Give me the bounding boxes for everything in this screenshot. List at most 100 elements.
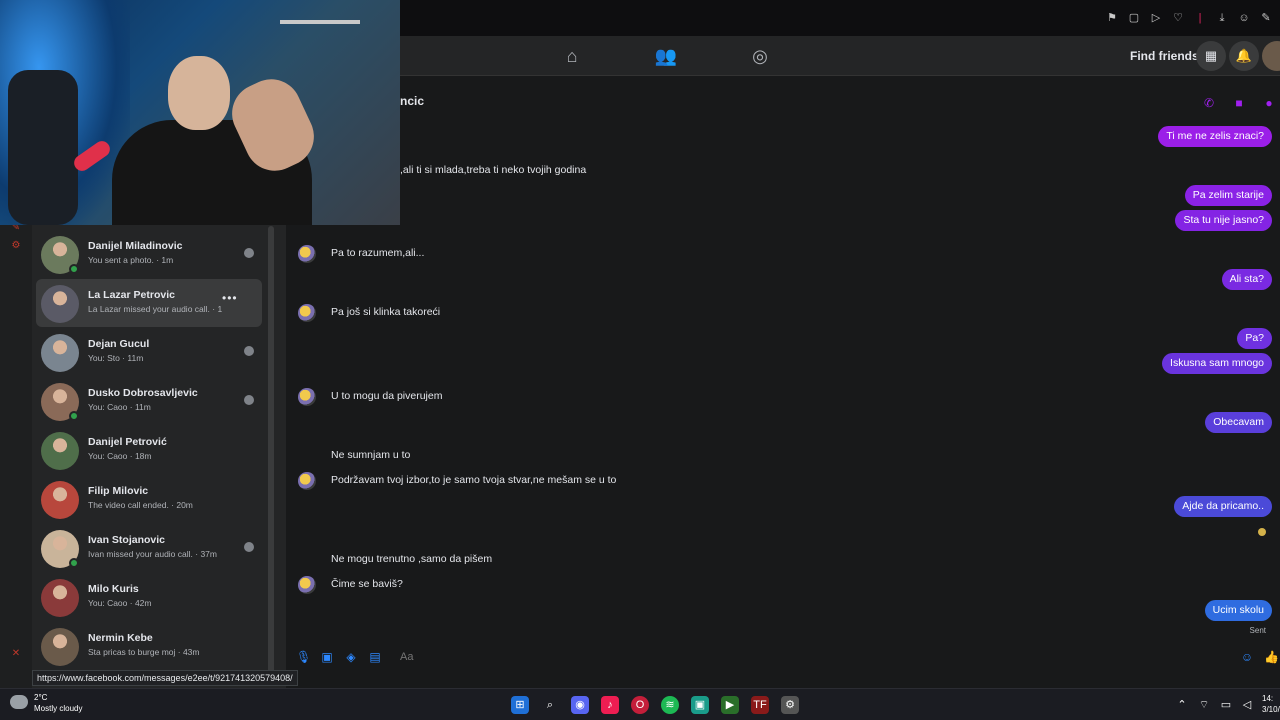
contact-row[interactable]: Nermin Kebe Sta pricas to burge moj · 43m <box>36 622 262 670</box>
profile-icon[interactable]: ☺ <box>1238 12 1250 24</box>
webcam-chair <box>8 70 78 225</box>
cloud-icon <box>10 695 28 709</box>
more-options-icon[interactable]: ••• <box>222 291 238 305</box>
volume-icon[interactable]: ◁ <box>1240 696 1254 714</box>
find-friends-button[interactable]: Find friends <box>1124 43 1205 69</box>
outgoing-message-bubble[interactable]: Ali sta? <box>1221 269 1272 290</box>
editor-icon[interactable]: TF <box>751 696 769 714</box>
steam-icon[interactable]: ⚙ <box>781 696 799 714</box>
incoming-message: Ne mogu trenutno ,samo da pišem <box>286 550 1186 568</box>
rail-settings-icon[interactable]: ⚙ <box>10 240 22 252</box>
start-icon[interactable]: ⊞ <box>511 696 529 714</box>
video-icon[interactable]: ■ <box>1232 96 1246 110</box>
tray-chevron-icon[interactable]: ⌃ <box>1175 696 1189 714</box>
seen-avatar <box>1258 528 1266 536</box>
read-receipt-avatar <box>244 346 254 356</box>
contact-last-message: You: Sto · 11m <box>88 353 144 363</box>
read-receipt-avatar <box>244 542 254 552</box>
heart-icon[interactable]: ♡ <box>1172 12 1184 24</box>
outgoing-message-bubble[interactable]: Iskusna sam mnogo <box>1162 353 1272 374</box>
incoming-message-text: Ne mogu trenutno ,samo da pišem <box>331 553 493 565</box>
incoming-message: ,ali ti si mlada,treba ti neko tvojih go… <box>286 161 1186 179</box>
gif-icon[interactable]: ▤ <box>368 650 382 664</box>
microphone-icon[interactable]: 🎙 <box>296 650 311 664</box>
emoji-icon[interactable]: ☺ <box>1240 650 1254 664</box>
weather-condition: Mostly cloudy <box>34 704 83 713</box>
contact-row[interactable]: Dusko Dobrosavljevic You: Caoo · 11m <box>36 377 262 425</box>
discord-icon[interactable]: ◉ <box>571 696 589 714</box>
network-icon[interactable]: ⌔ <box>1197 696 1211 714</box>
tiktok-icon[interactable]: ♪ <box>601 696 619 714</box>
bell-icon[interactable]: 🔔 <box>1229 41 1259 71</box>
contact-name: Ivan Stojanovic <box>88 534 166 546</box>
search-icon[interactable]: ⌕ <box>541 696 559 714</box>
tab-icon[interactable]: ▢ <box>1128 12 1140 24</box>
incoming-message-text: U to mogu da piverujem <box>331 390 443 402</box>
outgoing-message-bubble[interactable]: Ajde da pricamo.. <box>1174 496 1272 517</box>
contact-row[interactable]: Danijel Petrović You: Caoo · 18m <box>36 426 262 474</box>
sender-avatar[interactable] <box>298 472 316 490</box>
image-icon[interactable]: ▣ <box>320 650 334 664</box>
contact-name: Dejan Gucul <box>88 338 150 350</box>
sender-avatar[interactable] <box>298 245 316 263</box>
contact-row[interactable]: Danijel Miladinovic You sent a photo. · 1… <box>36 230 262 278</box>
contact-name: Danijel Miladinovic <box>88 240 183 252</box>
extension-icon[interactable]: ✎ <box>1260 12 1272 24</box>
monitor-icon[interactable]: ▭ <box>1219 696 1233 714</box>
record-indicator-icon: | <box>1198 12 1202 24</box>
contact-last-message: La Lazar missed your audio call. · 1 <box>88 304 223 314</box>
contact-avatar[interactable] <box>41 285 79 323</box>
contact-avatar[interactable] <box>41 432 79 470</box>
outgoing-message-bubble[interactable]: Sta tu nije jasno? <box>1175 210 1272 231</box>
online-status-dot <box>69 558 79 568</box>
outgoing-message-bubble[interactable]: Pa? <box>1237 328 1272 349</box>
outgoing-message-bubble[interactable]: Pa zelim starije <box>1184 185 1272 206</box>
contact-avatar[interactable] <box>41 481 79 519</box>
contact-avatar[interactable] <box>41 579 79 617</box>
contact-avatar[interactable] <box>41 628 79 666</box>
outgoing-message-bubble[interactable]: Ucim skolu <box>1204 600 1272 621</box>
contact-row[interactable]: La Lazar Petrovic La Lazar missed your au… <box>36 279 262 327</box>
contact-last-message: You: Caoo · 11m <box>88 402 151 412</box>
incoming-message: Pa još si klinka takoreći <box>286 303 1186 322</box>
opera-icon[interactable]: O <box>631 696 649 714</box>
contact-row[interactable]: Ivan Stojanovic Ivan missed your audio ca… <box>36 524 262 572</box>
weather-temp: 2°C <box>34 693 48 702</box>
sticker-icon[interactable]: ◈ <box>344 650 358 664</box>
contact-name: La Lazar Petrovic <box>88 289 175 301</box>
media-icon[interactable]: ▶ <box>721 696 739 714</box>
contact-avatar[interactable] <box>41 334 79 372</box>
contact-row[interactable]: Filip Milovic The video call ended. · 20m <box>36 475 262 523</box>
like-icon[interactable]: 👍 <box>1264 650 1279 664</box>
sender-avatar[interactable] <box>298 576 316 594</box>
home-icon[interactable]: ⌂ <box>560 44 584 68</box>
incoming-message: U to mogu da piverujem <box>286 387 1186 406</box>
info-icon[interactable]: ● <box>1262 96 1276 110</box>
message-input[interactable] <box>394 646 1230 668</box>
download-icon[interactable]: ⤓ <box>1216 12 1228 24</box>
chat-list-scrollbar[interactable] <box>268 226 274 686</box>
groups-icon[interactable]: ◎ <box>748 44 772 68</box>
sender-avatar[interactable] <box>298 304 316 322</box>
profile-avatar[interactable] <box>1262 41 1280 71</box>
phone-icon[interactable]: ✆ <box>1202 96 1216 110</box>
contact-name: Nermin Kebe <box>88 632 153 644</box>
contact-row[interactable]: Milo Kuris You: Caoo · 42m <box>36 573 262 621</box>
apps-grid-icon[interactable]: ▦ <box>1196 41 1226 71</box>
contact-row[interactable]: Dejan Gucul You: Sto · 11m <box>36 328 262 376</box>
online-status-dot <box>69 264 79 274</box>
contact-name: Filip Milovic <box>88 485 149 497</box>
incoming-message: Podržavam tvoj izbor,to je samo tvoja st… <box>286 471 1186 490</box>
incoming-message: Ne sumnjam u to <box>286 446 1186 464</box>
app-icon[interactable]: ▣ <box>691 696 709 714</box>
spotify-icon[interactable]: ≋ <box>661 696 679 714</box>
taskbar-clock[interactable]: 14: 3/10/ <box>1262 693 1280 715</box>
outgoing-message-bubble[interactable]: Obecavam <box>1205 412 1272 433</box>
incoming-message-text: Čime se baviš? <box>331 578 403 590</box>
play-icon[interactable]: ▷ <box>1150 12 1162 24</box>
friends-icon[interactable]: 👥 <box>654 44 678 68</box>
bookmark-icon[interactable]: ⚑ <box>1106 12 1118 24</box>
outgoing-message-bubble[interactable]: Ti me ne zelis znaci? <box>1158 126 1272 147</box>
rail-close-icon[interactable]: ✕ <box>10 648 22 660</box>
sender-avatar[interactable] <box>298 388 316 406</box>
